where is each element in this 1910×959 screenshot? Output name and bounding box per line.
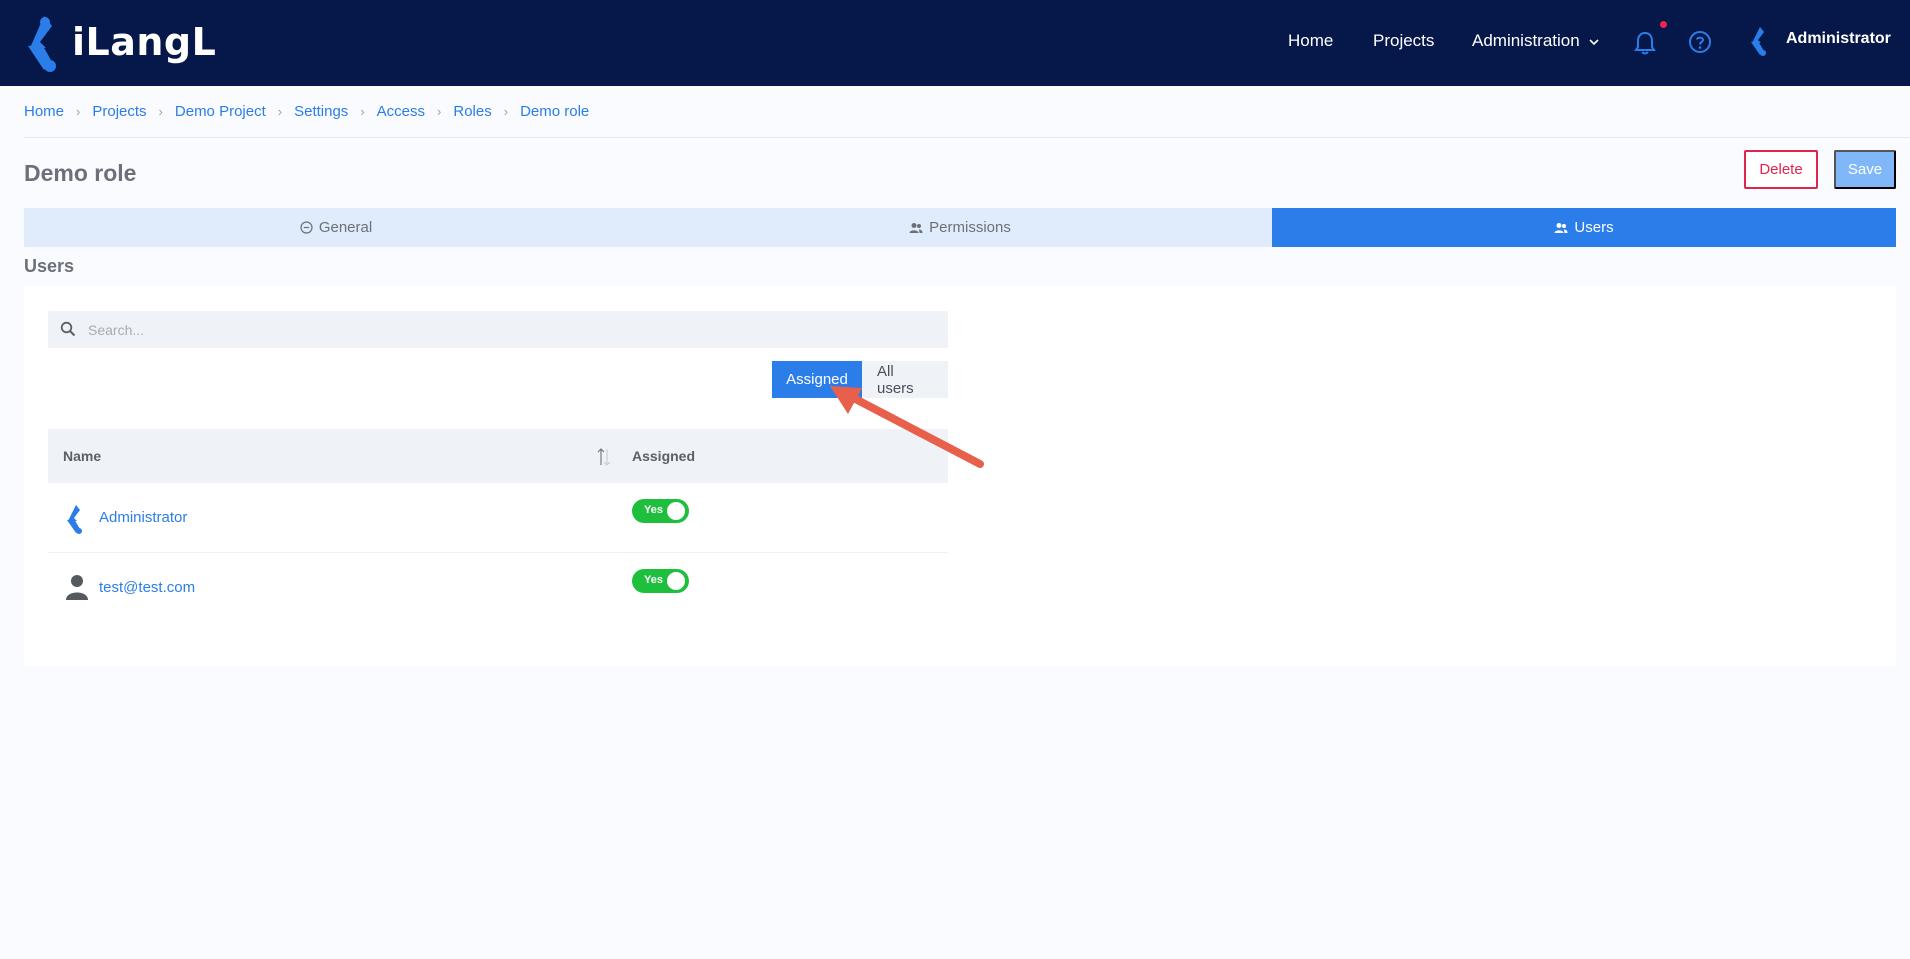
breadcrumb-demo-role[interactable]: Demo role (520, 103, 589, 120)
chevron-right-icon: › (503, 103, 509, 119)
tab-general-label: General (318, 219, 373, 236)
table-row: test@test.com Yes (48, 553, 948, 623)
chevron-right-icon: › (437, 103, 442, 119)
user-avatar-icon[interactable] (1748, 25, 1774, 57)
save-button[interactable]: Save (1834, 150, 1896, 189)
help-icon[interactable] (1688, 30, 1712, 54)
bell-icon[interactable] (1633, 30, 1657, 56)
minus-circle-icon (300, 221, 313, 234)
toggle-knob (667, 572, 685, 590)
search-icon (60, 321, 76, 337)
users-icon (1554, 222, 1568, 233)
user-name-link[interactable]: test@test.com (99, 579, 195, 596)
tab-users-label: Users (1574, 219, 1614, 236)
ilangl-logo-icon (67, 505, 82, 534)
app-logo[interactable]: iLangL (22, 12, 216, 74)
table-header: Name Assigned (48, 429, 948, 483)
users-icon (909, 222, 923, 233)
tab-permissions-label: Permissions (929, 219, 1011, 236)
person-icon (66, 575, 88, 600)
nav-administration-menu[interactable]: Administration (1472, 31, 1580, 51)
chevron-right-icon: › (158, 103, 163, 119)
toggle-knob (667, 502, 685, 520)
ilangl-logo-icon (28, 16, 56, 72)
chevron-right-icon: › (360, 103, 365, 119)
user-menu-name[interactable]: Administrator (1786, 30, 1891, 48)
assigned-toggle[interactable]: Yes (632, 569, 689, 593)
breadcrumb: Home › Projects › Demo Project › Setting… (24, 101, 589, 121)
annotation-arrow-icon (830, 386, 984, 468)
breadcrumb-access[interactable]: Access (377, 103, 425, 120)
page-title: Demo role (24, 160, 137, 186)
breadcrumb-home[interactable]: Home (24, 103, 64, 120)
chevron-right-icon: › (76, 103, 81, 119)
nav-home-link[interactable]: Home (1288, 31, 1333, 51)
logo-text: iLangL (72, 20, 217, 64)
search-box (48, 311, 948, 348)
section-title: Users (24, 256, 75, 276)
user-name-link[interactable]: Administrator (99, 509, 187, 526)
assigned-toggle[interactable]: Yes (632, 499, 689, 523)
breadcrumb-demo-project[interactable]: Demo Project (175, 103, 266, 120)
breadcrumb-roles[interactable]: Roles (453, 103, 491, 120)
breadcrumb-settings[interactable]: Settings (294, 103, 348, 120)
breadcrumb-projects[interactable]: Projects (92, 103, 146, 120)
delete-button[interactable]: Delete (1744, 150, 1818, 189)
column-header-name[interactable]: Name (63, 448, 101, 464)
role-tabs: General Permissions Users (24, 208, 1896, 247)
chevron-right-icon: › (277, 103, 283, 119)
sort-icon[interactable] (596, 446, 612, 468)
nav-projects-link[interactable]: Projects (1373, 31, 1434, 51)
toggle-label: Yes (644, 504, 663, 516)
tab-users[interactable]: Users (1272, 208, 1896, 247)
search-input[interactable] (88, 311, 928, 348)
users-table: Name Assigned Administrator Yes test@tes… (48, 429, 948, 623)
toggle-label: Yes (644, 574, 663, 586)
notification-badge (1660, 21, 1667, 28)
top-navbar: iLangL Home Projects Administration Admi… (0, 0, 1910, 86)
table-row: Administrator Yes (48, 483, 948, 553)
breadcrumb-divider (24, 137, 1910, 138)
tab-permissions[interactable]: Permissions (648, 208, 1272, 247)
column-header-assigned: Assigned (632, 448, 696, 464)
tab-general[interactable]: General (24, 208, 648, 247)
chevron-down-icon[interactable] (1588, 36, 1600, 48)
